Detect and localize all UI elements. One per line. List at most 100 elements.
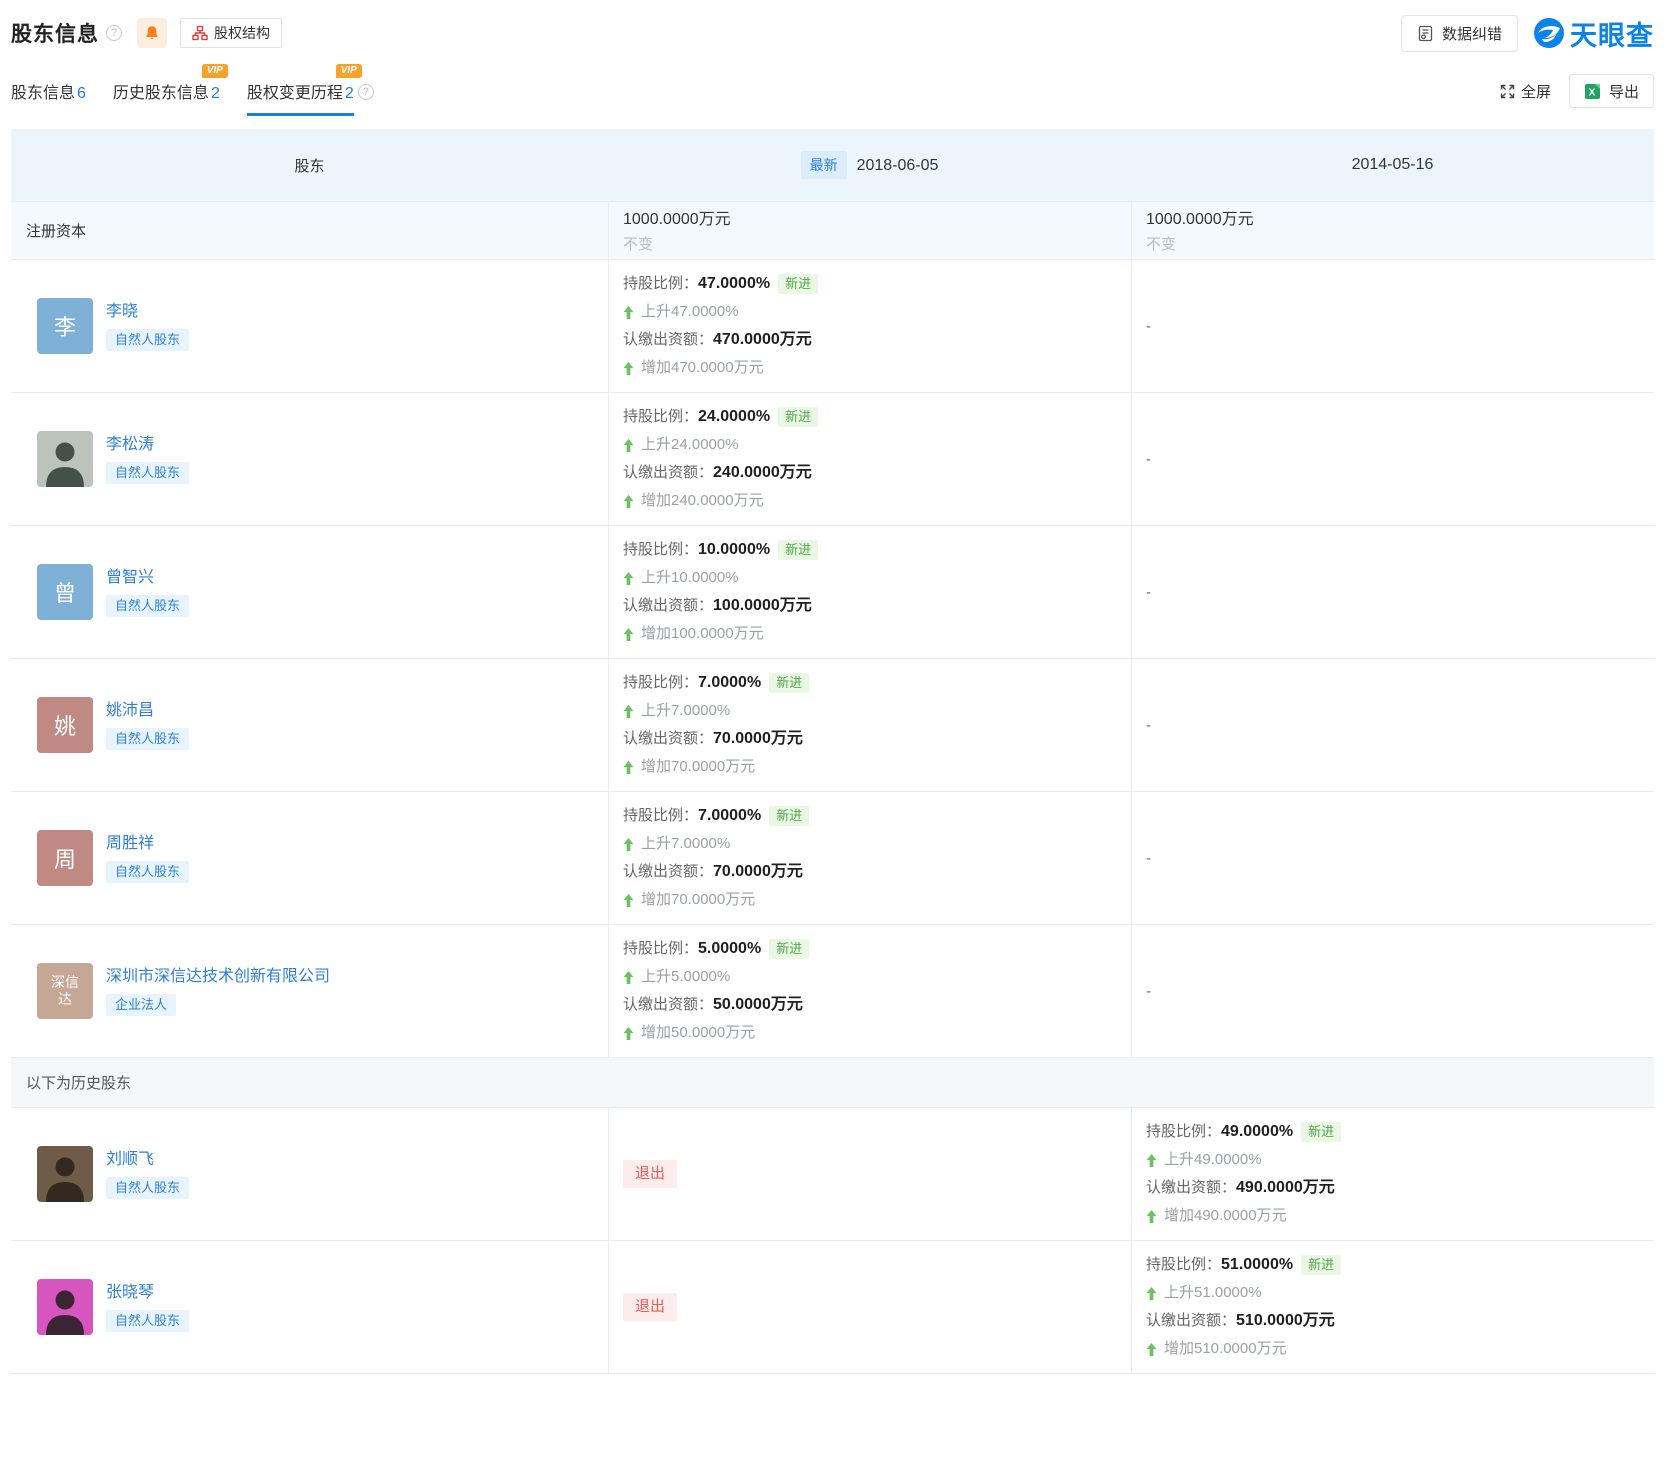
latest-badge: 最新 [801, 151, 847, 179]
shareholder-avatar[interactable]: 李 [37, 298, 93, 354]
amount-value: 50.0000万元 [713, 991, 803, 1019]
ratio-value: 51.0000% [1221, 1251, 1293, 1279]
shareholder-row: 张晓琴 自然人股东 退出 持股比例： 51.0000% 新进 上升51.0000… [11, 1240, 1654, 1373]
ratio-value: 49.0000% [1221, 1118, 1293, 1146]
fullscreen-label: 全屏 [1521, 81, 1551, 102]
notification-bell-button[interactable] [137, 18, 167, 48]
holding-detail: 持股比例： 10.0000% 新进 上升10.0000% 认缴出资额： 100.… [623, 536, 1121, 648]
shareholder-avatar[interactable]: 曾 [37, 564, 93, 620]
shareholder-row: 曾 曾智兴 自然人股东 持股比例： 10.0000% 新进 上升10.0000%… [11, 525, 1654, 658]
ratio-change-text: 上升7.0000% [641, 830, 730, 858]
tab-shareholder-info[interactable]: 股东信息6 [11, 79, 86, 116]
tab-equity-change-history[interactable]: 股权变更历程2VIP ? [247, 79, 374, 116]
shareholder-photo[interactable] [37, 431, 93, 487]
shareholder-name-link[interactable]: 深圳市深信达技术创新有限公司 [106, 967, 330, 986]
equity-structure-label: 股权结构 [214, 23, 270, 43]
increase-arrow-icon [623, 439, 634, 452]
registered-capital-cell: 1000.0000万元 不变 [608, 202, 1131, 259]
registered-capital-row: 注册资本 1000.0000万元 不变 1000.0000万元 不变 [11, 201, 1654, 259]
holding-detail: 持股比例： 47.0000% 新进 上升47.0000% 认缴出资额： 470.… [623, 270, 1121, 382]
new-entry-badge: 新进 [778, 274, 818, 294]
shareholder-type-tag: 自然人股东 [106, 728, 189, 750]
amount-label: 认缴出资额： [623, 326, 713, 354]
ratio-change-text: 上升47.0000% [641, 298, 739, 326]
amount-value: 510.0000万元 [1236, 1307, 1335, 1335]
shareholder-name-link[interactable]: 李松涛 [106, 435, 189, 454]
shareholder-row: 李松涛 自然人股东 持股比例： 24.0000% 新进 上升24.0000% 认… [11, 392, 1654, 525]
fullscreen-icon [1500, 84, 1515, 99]
shareholder-name-link[interactable]: 李晓 [106, 302, 189, 321]
increase-arrow-icon [623, 628, 634, 641]
shareholder-photo[interactable] [37, 1146, 93, 1202]
holding-detail: 持股比例： 24.0000% 新进 上升24.0000% 认缴出资额： 240.… [623, 403, 1121, 515]
date-value: 2014-05-16 [1352, 156, 1434, 173]
amount-label: 认缴出资额： [623, 592, 713, 620]
holding-detail: 持股比例： 7.0000% 新进 上升7.0000% 认缴出资额： 70.000… [623, 669, 1121, 781]
ratio-label: 持股比例： [623, 270, 698, 298]
tab-label: 历史股东信息 [113, 85, 209, 102]
increase-arrow-icon [1146, 1154, 1157, 1167]
shareholder-avatar[interactable]: 深信达 [37, 963, 93, 1019]
ratio-change-text: 上升10.0000% [641, 564, 739, 592]
section-header: 股东信息 ? 股权结构 数据纠错 天眼查 [0, 0, 1665, 52]
avatar-initial: 姚 [54, 709, 76, 741]
fullscreen-button[interactable]: 全屏 [1500, 81, 1551, 102]
shareholder-photo[interactable] [37, 1279, 93, 1335]
increase-arrow-icon [623, 306, 634, 319]
shareholder-name-link[interactable]: 张晓琴 [106, 1283, 189, 1302]
ratio-label: 持股比例： [623, 935, 698, 963]
tabs-bar: 股东信息6 历史股东信息2VIP 股权变更历程2VIP ? 全屏 X 导出 [0, 68, 1665, 116]
export-button[interactable]: X 导出 [1569, 74, 1654, 108]
ratio-change-text: 上升49.0000% [1164, 1146, 1262, 1174]
ratio-value: 7.0000% [698, 669, 761, 697]
capital-value: 1000.0000万元 [623, 206, 1131, 233]
ratio-value: 7.0000% [698, 802, 761, 830]
amount-change-text: 增加490.0000万元 [1164, 1202, 1287, 1230]
shareholder-name-link[interactable]: 曾智兴 [106, 568, 189, 587]
avatar-initial: 周 [54, 842, 76, 874]
no-data-dash: - [1146, 584, 1151, 601]
new-entry-badge: 新进 [1301, 1255, 1341, 1275]
amount-change-text: 增加100.0000万元 [641, 620, 764, 648]
tab-count: 2 [211, 85, 220, 102]
data-correction-button[interactable]: 数据纠错 [1401, 15, 1518, 52]
ratio-label: 持股比例： [623, 802, 698, 830]
column-header-latest-date: 最新2018-06-05 [608, 151, 1131, 179]
exit-badge: 退出 [623, 1160, 677, 1188]
amount-label: 认缴出资额： [1146, 1174, 1236, 1202]
ratio-change-text: 上升5.0000% [641, 963, 730, 991]
ratio-change-text: 上升7.0000% [641, 697, 730, 725]
shareholder-row: 李 李晓 自然人股东 持股比例： 47.0000% 新进 上升47.0000% … [11, 259, 1654, 392]
increase-arrow-icon [1146, 1210, 1157, 1223]
shareholder-name-link[interactable]: 周胜祥 [106, 834, 189, 853]
amount-label: 认缴出资额： [623, 858, 713, 886]
new-entry-badge: 新进 [769, 806, 809, 826]
shareholder-row: 刘顺飞 自然人股东 退出 持股比例： 49.0000% 新进 上升49.0000… [11, 1107, 1654, 1240]
vip-badge: VIP [336, 64, 362, 78]
tianyancha-logo[interactable]: 天眼查 [1533, 14, 1654, 53]
tab-history-shareholder-info[interactable]: 历史股东信息2VIP [113, 79, 220, 116]
tianyancha-logo-text: 天眼查 [1570, 14, 1654, 53]
shareholder-avatar[interactable]: 周 [37, 830, 93, 886]
holding-detail: 持股比例： 5.0000% 新进 上升5.0000% 认缴出资额： 50.000… [623, 935, 1121, 1047]
avatar-initial: 深信达 [45, 974, 85, 1008]
help-icon[interactable]: ? [106, 25, 122, 41]
exit-badge: 退出 [623, 1293, 677, 1321]
increase-arrow-icon [623, 971, 634, 984]
ratio-label: 持股比例： [1146, 1251, 1221, 1279]
increase-arrow-icon [623, 1027, 634, 1040]
data-correction-label: 数据纠错 [1442, 23, 1502, 44]
shareholder-avatar[interactable]: 姚 [37, 697, 93, 753]
shareholder-name-link[interactable]: 姚沛昌 [106, 701, 189, 720]
capital-change: 不变 [1146, 233, 1654, 257]
column-header-shareholder: 股东 [11, 155, 608, 176]
help-icon[interactable]: ? [358, 84, 374, 100]
amount-value: 240.0000万元 [713, 459, 812, 487]
export-label: 导出 [1609, 81, 1639, 102]
no-data-dash: - [1146, 451, 1151, 468]
amount-label: 认缴出资额： [623, 725, 713, 753]
shareholder-name-link[interactable]: 刘顺飞 [106, 1150, 189, 1169]
ratio-value: 5.0000% [698, 935, 761, 963]
shareholder-type-tag: 自然人股东 [106, 329, 189, 351]
equity-structure-button[interactable]: 股权结构 [180, 18, 282, 48]
